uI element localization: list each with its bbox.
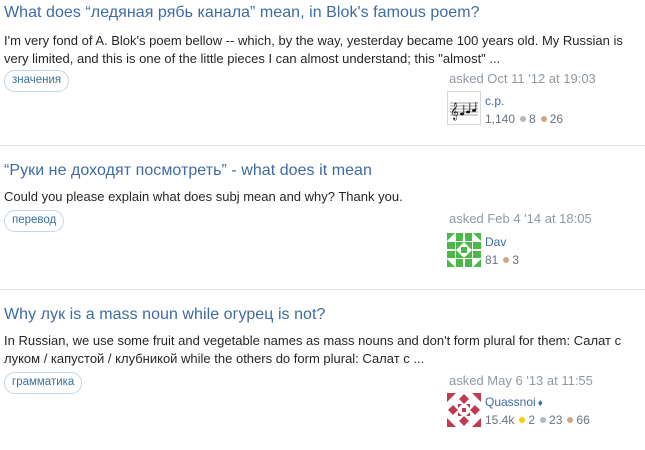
bronze-badge: 3	[503, 253, 519, 267]
reputation-score: 1,140	[485, 112, 516, 126]
silver-badge-count: 23	[549, 413, 563, 427]
asked-timestamp: asked Feb 4 '14 at 18:05	[449, 211, 592, 226]
reputation-score: 81	[485, 253, 499, 267]
question-excerpt: Could you please explain what does subj …	[4, 189, 403, 204]
reputation-score: 15.4k	[485, 413, 515, 427]
user-reputation-block: 81 3	[485, 253, 519, 267]
tag-link[interactable]: перевод	[4, 210, 65, 232]
music-notes-avatar-icon[interactable]: 𝄞	[447, 91, 481, 125]
gold-badge-count: 2	[528, 413, 536, 427]
bronze-badge-count: 3	[512, 253, 520, 267]
user-name-link[interactable]: c.p.	[485, 94, 504, 108]
bronze-badge-count: 66	[576, 413, 590, 427]
silver-badge-icon	[540, 417, 547, 423]
silver-badge-icon	[520, 116, 527, 122]
asked-timestamp: asked May 6 '13 at 11:55	[449, 373, 593, 388]
silver-badge: 8	[520, 112, 536, 126]
question-summary: What does “ледяная рябь канала” mean, in…	[0, 0, 645, 146]
bronze-badge: 26	[540, 112, 564, 126]
green-identicon-avatar[interactable]	[447, 233, 481, 267]
asked-timestamp: asked Oct 11 '12 at 19:03	[449, 71, 596, 86]
bronze-badge-count: 26	[549, 112, 564, 126]
question-title-link[interactable]: What does “ледяная рябь канала” mean, in…	[4, 4, 480, 22]
question-excerpt: I'm very fond of A. Blok's poem bellow -…	[4, 33, 623, 66]
bronze-badge-icon	[567, 417, 574, 423]
question-title-link[interactable]: “Руки не доходят посмотреть” - what does…	[4, 162, 372, 180]
gold-badge: 2	[519, 413, 535, 427]
silver-badge-count: 8	[529, 112, 536, 126]
tag-link[interactable]: грамматика	[4, 372, 83, 394]
moderator-diamond-icon: ♦	[537, 398, 543, 409]
red-identicon-avatar[interactable]	[447, 393, 481, 427]
user-name-link[interactable]: Dav	[485, 235, 506, 249]
question-summary: “Руки не доходят посмотреть” - what does…	[0, 146, 645, 290]
tag-link[interactable]: значения	[4, 70, 70, 92]
bronze-badge: 66	[567, 413, 590, 427]
question-title-link[interactable]: Why лук is a mass noun while огурец is n…	[4, 306, 325, 324]
bronze-badge-icon	[503, 257, 510, 263]
question-excerpt: In Russian, we use some fruit and vegeta…	[4, 333, 622, 366]
user-name-text: Quassnoi	[485, 395, 536, 409]
user-reputation-block: 1,140 8 26	[485, 112, 563, 126]
user-name-link[interactable]: Quassnoi ♦	[485, 395, 543, 409]
silver-badge: 23	[540, 413, 562, 427]
user-reputation-block: 15.4k 2 23 66	[485, 413, 590, 427]
gold-badge-icon	[519, 417, 526, 423]
question-summary: Why лук is a mass noun while огурец is n…	[0, 290, 645, 450]
bronze-badge-icon	[540, 116, 547, 122]
svg-text:𝄞: 𝄞	[450, 102, 459, 120]
